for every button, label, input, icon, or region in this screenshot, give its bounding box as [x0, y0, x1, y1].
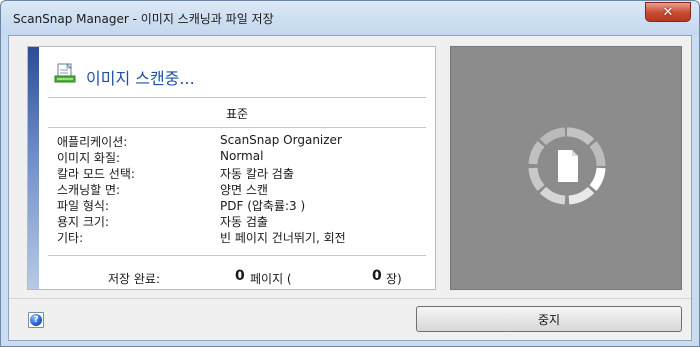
help-button[interactable]: ? [28, 312, 44, 328]
setting-value: Normal [220, 149, 264, 163]
stop-button[interactable]: 중지 [416, 306, 682, 332]
setting-label: 스캐닝할 면: [57, 183, 121, 197]
setting-row-application: 애플리케이션: ScanSnap Organizer [57, 133, 427, 149]
setting-value: 양면 스캔 [220, 183, 268, 197]
settings-list: 애플리케이션: ScanSnap Organizer 이미지 화질: Norma… [57, 133, 427, 245]
saved-pages-unit: 페이지 ( [250, 272, 292, 286]
divider [48, 127, 426, 128]
saved-sheets-count: 0 [372, 268, 382, 284]
divider [48, 255, 426, 256]
setting-row-color-mode: 칼라 모드 선택: 자동 칼라 검출 [57, 165, 427, 181]
setting-label: 파일 형식: [57, 199, 110, 213]
setting-label: 용지 크기: [57, 215, 110, 229]
setting-value: 자동 칼라 검출 [220, 167, 294, 181]
setting-label: 기타: [57, 231, 84, 245]
close-icon: ✕ [662, 4, 674, 20]
accent-bar [28, 47, 39, 289]
setting-value: 자동 검출 [220, 215, 268, 229]
setting-row-file-format: 파일 형식: PDF (압축률:3 ) [57, 197, 427, 213]
footer-divider [9, 298, 691, 299]
setting-value: PDF (압축률:3 ) [220, 199, 306, 213]
setting-value: ScanSnap Organizer [220, 133, 342, 147]
dialog-body: 이미지 스캔중... 표준 애플리케이션: ScanSnap Organizer… [8, 35, 692, 341]
scan-status-title: 이미지 스캔중... [86, 69, 195, 88]
close-button[interactable]: ✕ [645, 2, 691, 22]
scan-info-panel: 이미지 스캔중... 표준 애플리케이션: ScanSnap Organizer… [27, 46, 436, 290]
profile-name: 표준 [225, 107, 249, 121]
saved-label: 저장 완료: [108, 272, 161, 286]
setting-row-scanning-side: 스캐닝할 면: 양면 스캔 [57, 181, 427, 197]
setting-label: 이미지 화질: [57, 151, 121, 165]
saved-sheets-unit: 장) [386, 272, 402, 286]
saved-count-row: 저장 완료: 0 페이지 ( 0 장) [48, 268, 426, 287]
scansnap-dialog-window: ScanSnap Manager - 이미지 스캐닝과 파일 저장 ✕ 이미지 … [0, 0, 700, 347]
setting-row-image-quality: 이미지 화질: Normal [57, 149, 427, 165]
setting-value: 빈 페이지 건너뛰기, 회전 [220, 231, 346, 245]
setting-row-paper-size: 용지 크기: 자동 검출 [57, 213, 427, 229]
divider [48, 97, 426, 98]
help-icon: ? [30, 314, 42, 326]
scan-preview-panel [450, 46, 682, 290]
title-bar: ScanSnap Manager - 이미지 스캐닝과 파일 저장 ✕ [1, 1, 699, 35]
loading-spinner-icon [528, 127, 606, 205]
setting-label: 칼라 모드 선택: [57, 167, 135, 181]
window-title: ScanSnap Manager - 이미지 스캐닝과 파일 저장 [13, 12, 274, 26]
scan-document-icon [54, 63, 76, 83]
saved-pages-count: 0 [235, 268, 245, 284]
setting-row-other: 기타: 빈 페이지 건너뛰기, 회전 [57, 229, 427, 245]
setting-label: 애플리케이션: [57, 135, 128, 149]
